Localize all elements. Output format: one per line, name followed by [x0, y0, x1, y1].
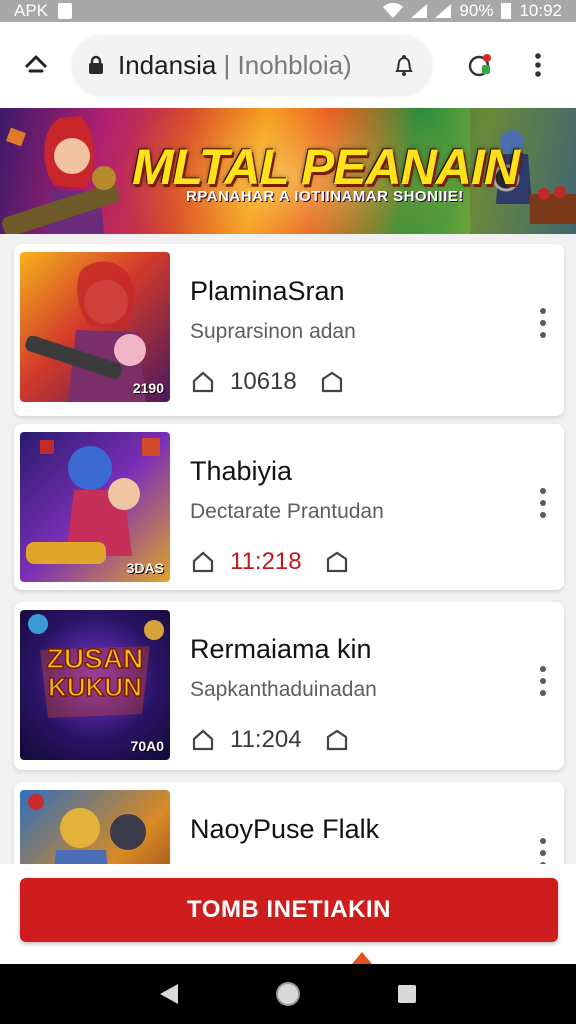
nav-back-button[interactable]	[149, 974, 189, 1014]
app-root: APK 90% 10:92 Indansia | Inohbloia) MLTA…	[0, 0, 576, 1024]
url-main: Indansia	[118, 49, 217, 80]
item-meta: 10618	[190, 368, 345, 396]
signal-icon-2	[435, 4, 452, 18]
thumbnail-tag: 2190	[132, 380, 164, 396]
back-triangle-icon	[160, 984, 179, 1004]
browser-toolbar: Indansia | Inohbloia)	[0, 22, 576, 108]
item-title: Rermaiama kin	[190, 634, 372, 664]
star-outline-icon[interactable]	[190, 727, 216, 753]
item-more-button[interactable]	[534, 308, 552, 338]
lock-icon	[86, 55, 106, 75]
menu-button[interactable]	[510, 37, 566, 93]
wifi-icon	[383, 3, 404, 18]
game-list: 2190 PlaminaSran Suprarsinon adan 10618	[0, 234, 576, 864]
item-meta: 11:218	[190, 548, 350, 576]
cta-bar: TOMB INETIAKIN	[0, 864, 576, 964]
home-outline-icon[interactable]	[324, 727, 350, 753]
list-item[interactable]: NaoyPuse Flalk	[14, 782, 564, 864]
item-more-button[interactable]	[534, 666, 552, 696]
more-vert-icon	[535, 53, 541, 77]
svg-text:ZUSAN: ZUSAN	[47, 643, 143, 674]
item-title: PlaminaSran	[190, 276, 345, 306]
battery-percent: 90%	[459, 1, 494, 20]
item-title: NaoyPuse Flalk	[190, 814, 380, 844]
status-app-label: APK	[14, 1, 49, 20]
thumbnail-art	[28, 794, 146, 864]
url-text: Indansia | Inohbloia)	[118, 50, 352, 81]
list-item[interactable]: 2190 PlaminaSran Suprarsinon adan 10618	[14, 244, 564, 416]
status-right: 90% 10:92	[383, 1, 562, 21]
item-subtitle: Sapkanthaduinadan	[190, 678, 377, 701]
list-item[interactable]: ZUSAN KUKUN 70A0 Rermaiama kin Sapkantha…	[14, 602, 564, 770]
system-nav-bar	[0, 964, 576, 1024]
extension-icon	[468, 54, 491, 77]
item-stat: 11:204	[230, 726, 302, 753]
item-subtitle: Suprarsinon adan	[190, 320, 356, 343]
signal-icon	[411, 4, 428, 18]
game-thumbnail[interactable]: 3DAS	[20, 432, 170, 582]
item-meta: 11:204	[190, 726, 350, 754]
game-thumbnail[interactable]	[20, 790, 170, 864]
nav-recents-button[interactable]	[387, 974, 427, 1014]
status-time: 10:92	[519, 1, 562, 20]
image-icon	[58, 3, 73, 19]
home-icon	[24, 55, 48, 73]
svg-text:KUKUN: KUKUN	[48, 672, 142, 702]
star-outline-icon[interactable]	[190, 369, 216, 395]
bell-outline-icon[interactable]	[390, 51, 418, 79]
primary-cta-button[interactable]: TOMB INETIAKIN	[20, 878, 558, 942]
item-stat: 10618	[230, 368, 297, 395]
scroll-handle-icon[interactable]	[350, 950, 374, 964]
circle-home-icon	[275, 982, 300, 1006]
status-left: APK	[14, 1, 73, 21]
banner-hero-left-image	[2, 116, 120, 234]
item-title: Thabiyia	[190, 456, 293, 486]
home-outline-icon[interactable]	[319, 369, 345, 395]
status-bar: APK 90% 10:92	[0, 0, 576, 22]
square-recents-icon	[397, 985, 416, 1003]
game-thumbnail[interactable]: ZUSAN KUKUN 70A0	[20, 610, 170, 760]
game-thumbnail[interactable]: 2190	[20, 252, 170, 402]
url-secondary: | Inohbloia)	[223, 49, 352, 80]
home-outline-icon[interactable]	[324, 549, 350, 575]
item-more-button[interactable]	[534, 838, 552, 864]
extension-button[interactable]	[452, 37, 508, 93]
promo-banner[interactable]: MLTAL PEANAIN RPANAHAR A IOTIINAMAR SHON…	[0, 108, 576, 234]
list-item[interactable]: 3DAS Thabiyia Dectarate Prantudan 11:218	[14, 424, 564, 590]
item-stat: 11:218	[230, 548, 302, 575]
address-bar[interactable]: Indansia | Inohbloia)	[72, 35, 432, 95]
nav-home-button[interactable]	[268, 974, 308, 1014]
item-subtitle: Dectarate Prantudan	[190, 500, 384, 523]
home-button[interactable]	[6, 35, 66, 95]
battery-icon	[501, 3, 512, 19]
star-outline-icon[interactable]	[190, 549, 216, 575]
thumbnail-tag: 70A0	[130, 738, 164, 754]
thumbnail-tag: 3DAS	[126, 560, 164, 576]
item-more-button[interactable]	[534, 488, 552, 518]
banner-subtitle: RPANAHAR A IOTIINAMAR SHONIIE!	[186, 188, 464, 205]
